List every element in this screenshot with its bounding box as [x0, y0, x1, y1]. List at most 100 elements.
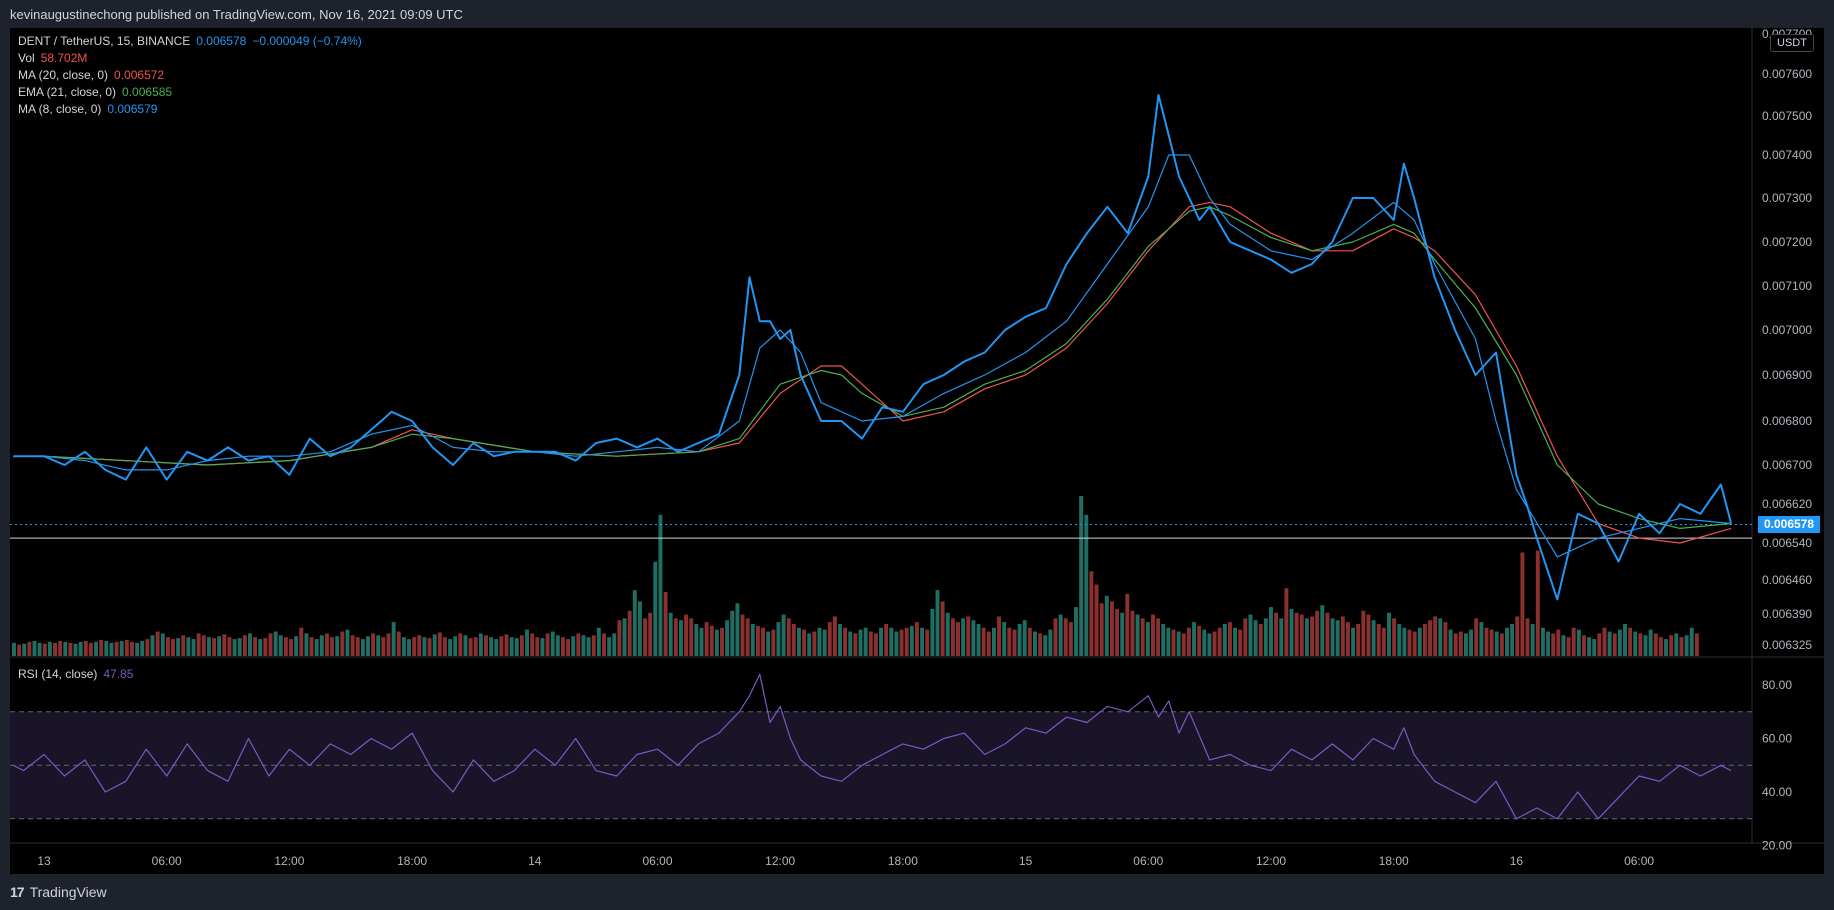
time-tick-label: 12:00	[274, 854, 304, 868]
time-tick-label: 18:00	[1379, 854, 1409, 868]
volume-bar	[263, 638, 268, 656]
volume-bar	[822, 629, 827, 656]
volume-bar	[1484, 627, 1489, 656]
volume-bar	[802, 629, 807, 656]
brand[interactable]: 17 TradingView	[10, 884, 107, 900]
volume-bar	[725, 620, 730, 656]
volume-bar	[422, 637, 427, 656]
volume-bar	[1623, 624, 1627, 656]
volume-bar	[289, 639, 293, 656]
volume-bar	[909, 625, 914, 656]
volume-bar	[1689, 627, 1694, 656]
unit-badge[interactable]: USDT	[1770, 34, 1814, 52]
volume-bar	[525, 629, 529, 656]
time-tick-label: 18:00	[888, 854, 918, 868]
volume-bar	[596, 627, 601, 656]
volume-bar	[232, 639, 237, 656]
volume-bar	[530, 633, 535, 656]
volume-bar	[227, 637, 232, 656]
volume-bar	[212, 638, 217, 656]
volume-bar	[73, 643, 78, 656]
volume-bar	[181, 635, 186, 656]
volume-bar	[1340, 616, 1345, 656]
price-tick-label: 0.007200	[1762, 235, 1812, 249]
volume-bar	[1084, 514, 1089, 656]
legend-volume[interactable]: Vol 58.702M	[18, 51, 87, 65]
legend-ma20[interactable]: MA (20, close, 0) 0.006572	[18, 68, 164, 82]
volume-bar	[1304, 618, 1309, 656]
volume-bar	[884, 624, 889, 656]
volume-bar	[191, 639, 196, 656]
volume-bar	[340, 631, 345, 656]
volume-bar	[345, 629, 350, 656]
volume-bar	[155, 631, 160, 656]
volume-bar	[879, 627, 884, 656]
volume-bar	[1109, 601, 1114, 656]
volume-bar	[1443, 622, 1448, 656]
volume-bar	[632, 590, 637, 656]
volume-bar	[1653, 633, 1658, 656]
volume-bar	[1310, 616, 1314, 656]
volume-bar	[1151, 614, 1155, 656]
volume-bar	[1140, 618, 1145, 656]
volume-bar	[1038, 633, 1043, 656]
volume-bar	[1253, 620, 1258, 656]
volume-bar	[915, 622, 919, 656]
price-tick-label: 0.006900	[1762, 368, 1812, 382]
volume-bar	[206, 637, 211, 656]
volume-bar	[899, 629, 904, 656]
legend-rsi[interactable]: RSI (14, close) 47.85	[18, 667, 133, 681]
volume-bar	[442, 637, 447, 656]
volume-bar	[699, 627, 704, 656]
price-tick-label: 0.006620	[1762, 497, 1812, 511]
volume-bar	[1612, 633, 1617, 656]
volume-bar	[1540, 627, 1545, 656]
volume-bar	[94, 641, 99, 656]
volume-bar	[1263, 618, 1268, 656]
volume-bar	[1530, 624, 1535, 656]
volume-bar	[268, 633, 273, 656]
volume-bar	[1505, 627, 1509, 656]
volume-bar	[1546, 631, 1551, 656]
volume-bar	[663, 592, 668, 656]
volume-bar	[535, 637, 540, 656]
volume-bar	[309, 637, 314, 656]
volume-bar	[1315, 610, 1320, 656]
legend-ema21[interactable]: EMA (21, close, 0) 0.006585	[18, 85, 172, 99]
volume-bar	[1207, 633, 1212, 656]
volume-bar	[294, 636, 299, 656]
volume-bar	[171, 639, 175, 656]
volume-bar	[314, 639, 319, 656]
volume-bar	[981, 627, 986, 656]
volume-bar	[324, 633, 329, 656]
volume-bar	[807, 633, 812, 656]
volume-bar	[1171, 629, 1176, 656]
volume-bar	[1694, 633, 1699, 656]
volume-bar	[668, 612, 673, 656]
legend-ma8[interactable]: MA (8, close, 0) 0.006579	[18, 102, 157, 116]
volume-bar	[27, 641, 32, 656]
volume-bar	[278, 635, 283, 656]
time-tick-label: 06:00	[642, 854, 672, 868]
volume-bar	[950, 618, 955, 656]
legend-symbol[interactable]: DENT / TetherUS, 15, BINANCE 0.006578 −0.0…	[18, 34, 362, 48]
volume-bar	[350, 635, 355, 656]
volume-bar	[709, 625, 714, 656]
volume-bar	[1012, 629, 1017, 656]
volume-bar	[401, 637, 406, 656]
volume-bar	[555, 635, 560, 656]
volume-bar	[848, 631, 853, 656]
volume-bar	[1628, 627, 1633, 656]
tradingview-logo-icon: 17	[10, 884, 25, 900]
volume-bar	[371, 633, 376, 656]
volume-bar	[1638, 633, 1643, 656]
volume-bar	[1669, 635, 1674, 656]
volume-bar	[560, 637, 565, 656]
chart-svg[interactable]: 0.0077000.0076000.0075000.0074000.007300…	[0, 0, 1834, 910]
volume-bar	[1469, 629, 1474, 656]
volume-bar	[176, 638, 181, 656]
volume-bar	[1587, 637, 1592, 656]
volume-bar	[1125, 593, 1130, 656]
time-tick-label: 18:00	[397, 854, 427, 868]
volume-bar	[1371, 620, 1376, 656]
